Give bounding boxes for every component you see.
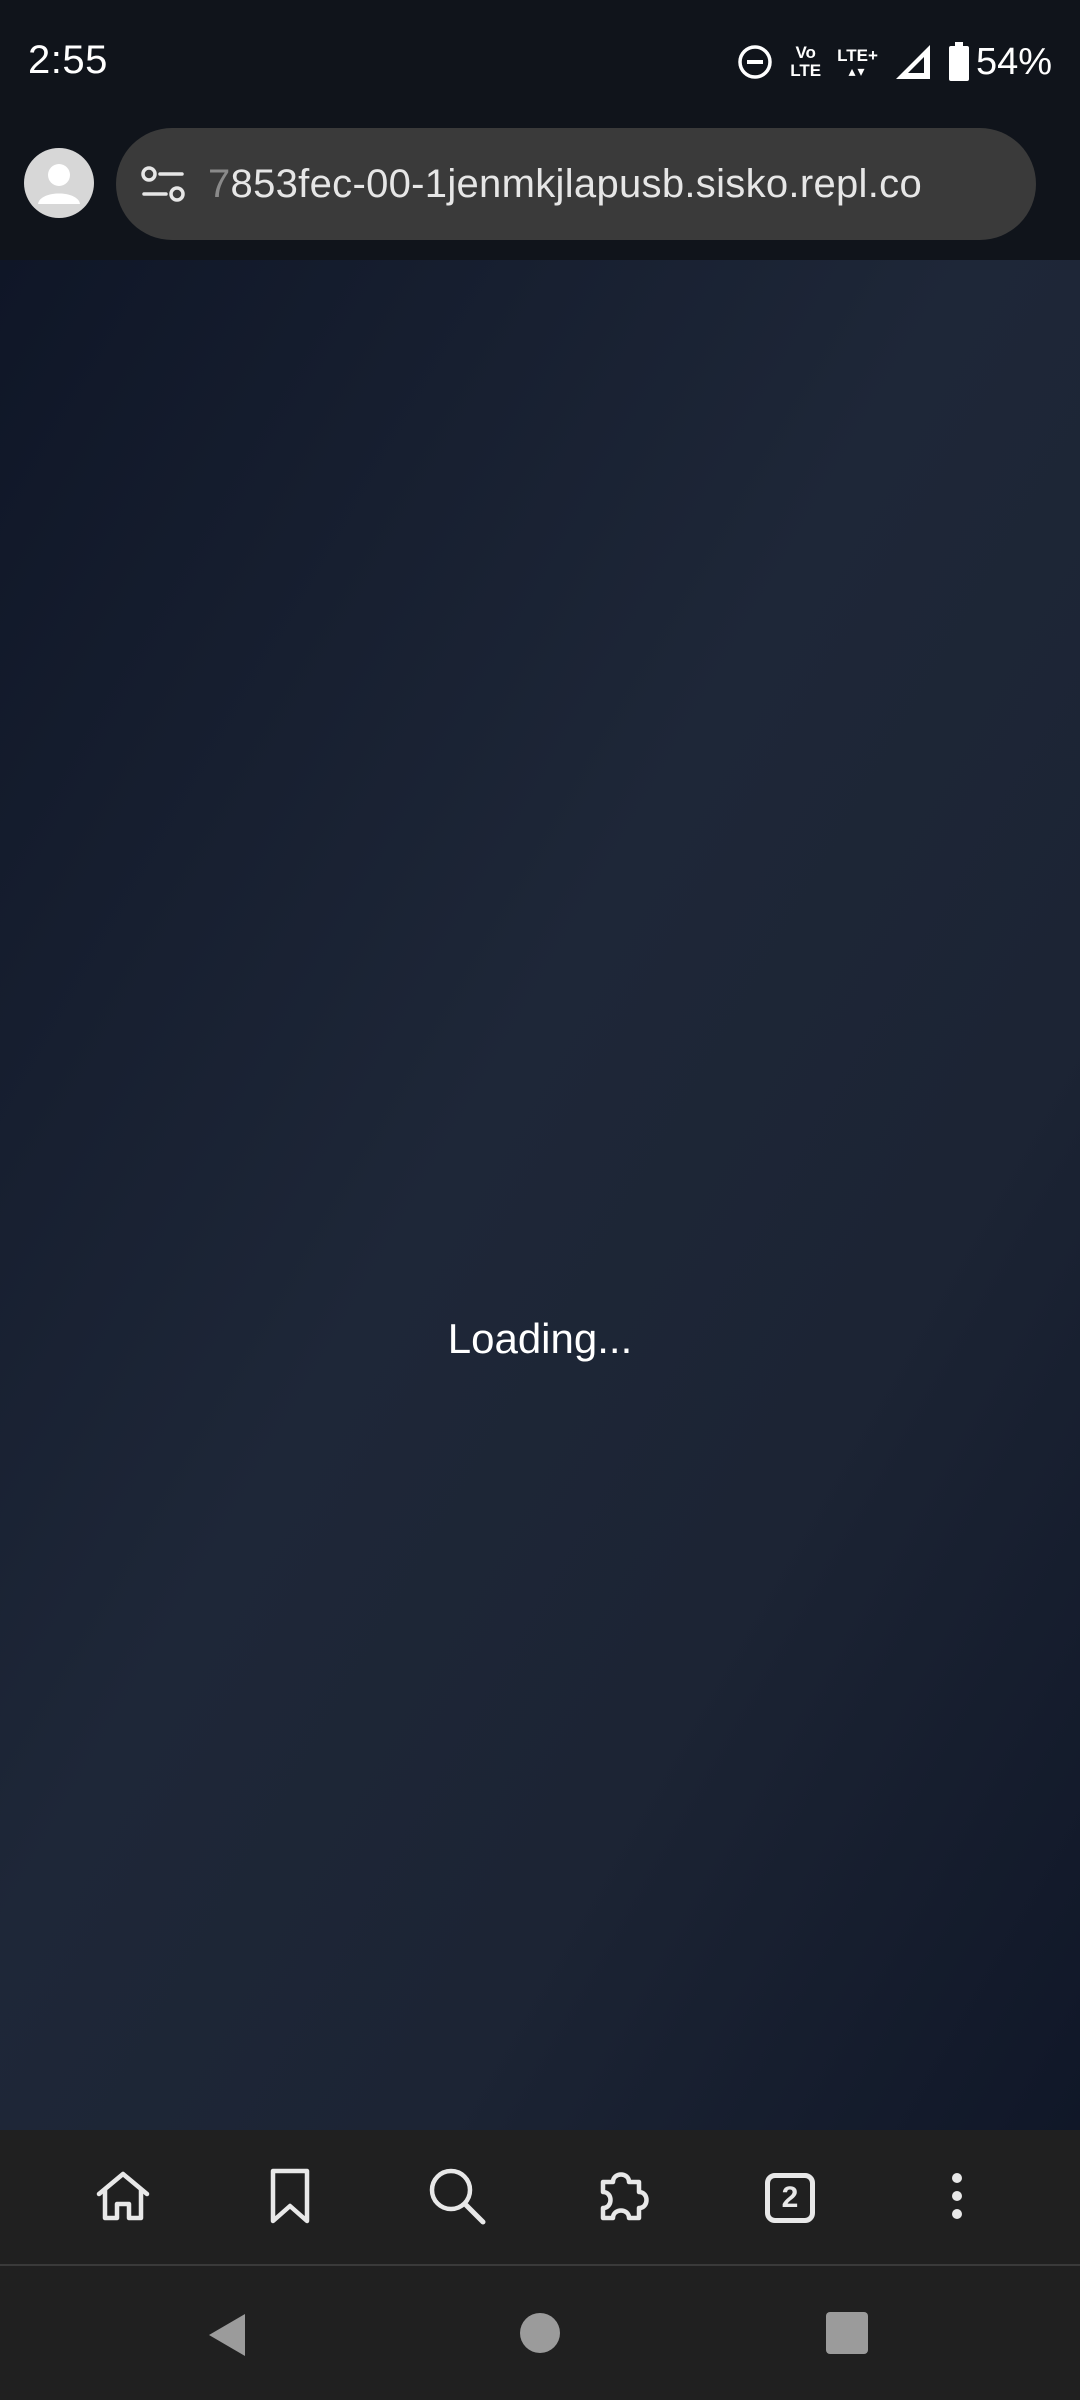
tab-count: 2 <box>781 2181 799 2214</box>
battery-percent: 54% <box>975 40 1052 83</box>
do-not-disturb-icon <box>736 43 774 81</box>
recents-icon[interactable] <box>826 2312 868 2354</box>
back-icon[interactable] <box>205 2312 251 2363</box>
url-value: 853fec-00-1jenmkjlapusb.sisko.repl.co <box>230 161 922 206</box>
volte-icon: Vo LTE <box>790 44 821 80</box>
more-menu-button[interactable] <box>917 2158 997 2238</box>
more-menu-icon <box>947 2166 967 2231</box>
extensions-button[interactable] <box>583 2158 663 2238</box>
bookmark-icon <box>265 2166 315 2231</box>
profile-avatar-icon[interactable] <box>24 148 94 218</box>
battery-icon <box>948 42 970 82</box>
loading-text: Loading... <box>447 1315 633 1362</box>
home-button[interactable] <box>83 2158 163 2238</box>
signal-icon <box>894 43 932 81</box>
home-circle-icon[interactable] <box>520 2313 560 2353</box>
extensions-icon <box>591 2164 655 2233</box>
volte-top-label: Vo <box>795 43 816 62</box>
status-icons: Vo LTE LTE+ ▴▾ 54% <box>736 36 1052 88</box>
phone-screen: 2:55 Vo LTE LTE+ ▴▾ 54% 7853fec-00-1jenm… <box>0 0 1080 2400</box>
browser-address-toolbar: 7853fec-00-1jenmkjlapusb.sisko.repl.co <box>0 124 1080 260</box>
url-faded-prefix: 7 <box>208 161 231 206</box>
tabs-button[interactable]: 2 <box>750 2158 830 2238</box>
volte-bottom-label: LTE <box>790 61 822 80</box>
address-bar[interactable]: 7853fec-00-1jenmkjlapusb.sisko.repl.co <box>116 128 1036 240</box>
url-text[interactable]: 7853fec-00-1jenmkjlapusb.sisko.repl.co <box>208 162 922 207</box>
web-content[interactable]: Loading... <box>0 260 1080 2130</box>
data-arrows-icon: ▴▾ <box>848 63 867 79</box>
site-settings-icon[interactable] <box>140 161 186 207</box>
status-time: 2:55 <box>28 38 108 82</box>
tabs-icon: 2 <box>764 2173 815 2223</box>
search-button[interactable] <box>417 2158 497 2238</box>
search-icon <box>425 2164 489 2233</box>
battery-group: 54% <box>948 41 1052 84</box>
bookmark-button[interactable] <box>250 2158 330 2238</box>
home-icon <box>93 2166 153 2231</box>
browser-bottom-toolbar: 2 <box>0 2130 1080 2266</box>
lte-plus-icon: LTE+ ▴▾ <box>837 47 878 79</box>
system-nav-bar <box>0 2266 1080 2400</box>
status-bar: 2:55 Vo LTE LTE+ ▴▾ 54% <box>0 0 1080 124</box>
